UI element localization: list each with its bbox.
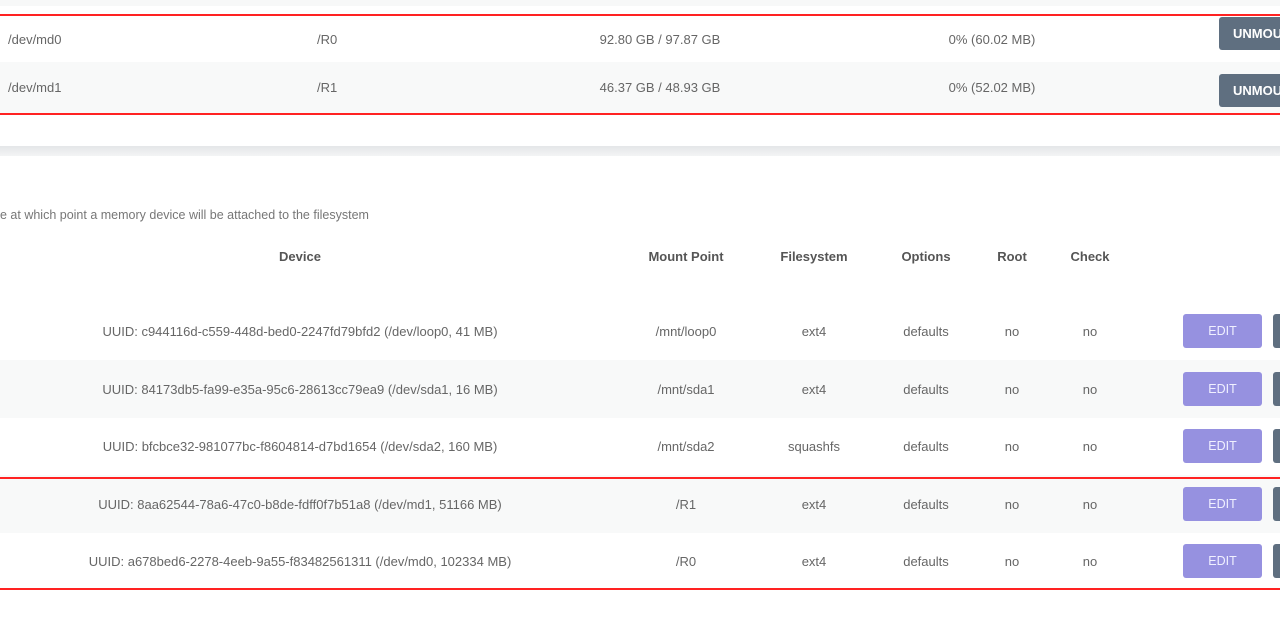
header-filesystem: Filesystem [780,248,848,264]
table-row: UUID: 84173db5-fa99-e35a-95c6-28613cc79e… [0,360,1280,418]
edit-button[interactable]: EDIT [1183,429,1262,463]
root: no [1004,323,1020,339]
header-check: Check [1070,248,1110,264]
section-divider [0,146,1280,156]
filesystem: ext4 [801,381,827,397]
usage: 0% (60.02 MB) [948,31,1036,47]
table-header: Device Mount Point Filesystem Options Ro… [0,240,1280,272]
table-row: UUID: 8aa62544-78a6-47c0-b8de-fdff0f7b51… [0,475,1280,533]
check: no [1082,381,1098,397]
device: UUID: bfcbce32-981077bc-f8604814-d7bd165… [102,438,498,454]
delete-button[interactable] [1273,372,1280,406]
check: no [1082,496,1098,512]
unmount-button[interactable]: UNMOUNT [1219,17,1280,50]
mount-point: /mnt/sda2 [657,438,715,454]
delete-button[interactable] [1273,429,1280,463]
mount-point: /R0 [317,31,338,47]
header-mount-point: Mount Point [648,248,724,264]
filesystem: ext4 [801,496,827,512]
highlight-box-bottom [0,113,1280,115]
root: no [1004,438,1020,454]
device: UUID: 8aa62544-78a6-47c0-b8de-fdff0f7b51… [98,496,502,512]
device: UUID: 84173db5-fa99-e35a-95c6-28613cc79e… [102,381,498,397]
root: no [1004,496,1020,512]
table-row: UUID: a678bed6-2278-4eeb-9a55-f834825613… [0,532,1280,590]
check: no [1082,438,1098,454]
options: defaults [903,496,949,512]
device: /dev/md0 [8,31,62,47]
filesystem: ext4 [801,553,827,569]
mounted-row-md1: /dev/md1 /R1 46.37 GB / 48.93 GB 0% (52.… [0,62,1280,113]
unmount-button[interactable]: UNMOUNT [1219,74,1280,107]
mount-point: /R1 [675,496,697,512]
root: no [1004,553,1020,569]
device: UUID: c944116d-c559-448d-bed0-2247fd79bf… [102,323,498,339]
highlight-box-top [0,477,1280,479]
check: no [1082,553,1098,569]
used-size: 46.37 GB / 48.93 GB [599,80,721,95]
edit-button[interactable]: EDIT [1183,544,1262,578]
table-row: UUID: bfcbce32-981077bc-f8604814-d7bd165… [0,417,1280,475]
mount-point: /mnt/sda1 [657,381,715,397]
root: no [1004,381,1020,397]
mount-point: /R0 [675,553,697,569]
filesystem: squashfs [787,438,841,454]
delete-button[interactable] [1273,314,1280,348]
section-description: e at which point a memory device will be… [0,208,369,222]
delete-button[interactable] [1273,544,1280,578]
used-size: 92.80 GB / 97.87 GB [599,31,721,47]
mount-point: /mnt/loop0 [655,323,717,339]
usage: 0% (52.02 MB) [948,80,1036,95]
options: defaults [903,381,949,397]
check: no [1082,323,1098,339]
device: UUID: a678bed6-2278-4eeb-9a55-f834825613… [88,553,512,569]
edit-button[interactable]: EDIT [1183,314,1262,348]
options: defaults [903,553,949,569]
top-strip [0,0,1280,6]
header-options: Options [901,248,951,264]
highlight-box-top [0,14,1280,16]
delete-button[interactable] [1273,487,1280,521]
highlight-box-bottom [0,588,1280,590]
edit-button[interactable]: EDIT [1183,487,1262,521]
header-root: Root [997,248,1027,264]
options: defaults [903,323,949,339]
header-device: Device [279,248,321,264]
filesystem: ext4 [801,323,827,339]
device: /dev/md1 [8,80,62,95]
mount-point: /R1 [317,80,338,95]
mounted-row-md0: /dev/md0 /R0 92.80 GB / 97.87 GB 0% (60.… [0,16,1280,62]
table-row: UUID: c944116d-c559-448d-bed0-2247fd79bf… [0,302,1280,360]
edit-button[interactable]: EDIT [1183,372,1262,406]
options: defaults [903,438,949,454]
